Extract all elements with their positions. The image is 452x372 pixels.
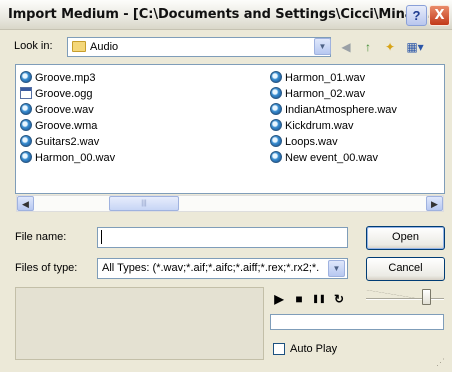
- audio-file-icon: [270, 103, 282, 115]
- auto-play-label[interactable]: Auto Play: [290, 343, 337, 355]
- look-in-label: Look in:: [14, 40, 53, 52]
- views-menu-icon[interactable]: ▦▾: [403, 38, 427, 56]
- help-button[interactable]: ?: [406, 5, 427, 26]
- cancel-button[interactable]: Cancel: [366, 257, 445, 281]
- file-item[interactable]: Groove.mp3: [20, 70, 96, 86]
- chevron-down-icon[interactable]: ▼: [328, 260, 345, 277]
- audio-file-icon: [270, 87, 282, 99]
- text-caret: [101, 230, 102, 244]
- file-item[interactable]: New event_00.wav: [270, 150, 378, 166]
- stop-icon[interactable]: ■: [292, 292, 306, 306]
- file-item[interactable]: Guitars2.wav: [20, 134, 99, 150]
- file-item[interactable]: Harmon_01.wav: [270, 70, 365, 86]
- audio-file-icon: [20, 103, 32, 115]
- play-icon[interactable]: ▶: [272, 292, 286, 306]
- scroll-right-icon[interactable]: ▶: [426, 196, 443, 211]
- file-name-label: File name:: [15, 231, 67, 243]
- volume-slider-thumb[interactable]: [422, 289, 431, 305]
- file-item[interactable]: Kickdrum.wav: [270, 118, 353, 134]
- audio-file-icon: [270, 119, 282, 131]
- audio-file-icon: [20, 135, 32, 147]
- file-item[interactable]: Harmon_02.wav: [270, 86, 365, 102]
- loop-icon[interactable]: ↻: [332, 292, 346, 306]
- file-name-input[interactable]: [97, 227, 348, 248]
- files-of-type-label: Files of type:: [15, 262, 78, 274]
- file-item[interactable]: Groove.ogg: [20, 86, 92, 102]
- file-item[interactable]: Groove.wav: [20, 102, 94, 118]
- look-in-value: Audio: [90, 41, 119, 53]
- scroll-left-icon[interactable]: ◀: [17, 196, 34, 211]
- audio-file-icon: [270, 135, 282, 147]
- folder-icon: [72, 41, 86, 52]
- chevron-down-icon[interactable]: ▼: [314, 38, 331, 55]
- horizontal-scrollbar[interactable]: ◀ ||| ▶: [16, 195, 444, 212]
- file-item[interactable]: Groove.wma: [20, 118, 97, 134]
- file-item[interactable]: Loops.wav: [270, 134, 338, 150]
- look-in-dropdown[interactable]: Audio ▼: [67, 37, 331, 57]
- audio-file-icon: [20, 71, 32, 83]
- file-type-dropdown[interactable]: All Types: (*.wav;*.aif;*.aifc;*.aiff;*.…: [97, 258, 348, 279]
- auto-play-checkbox[interactable]: [273, 343, 285, 355]
- up-folder-icon[interactable]: ↑: [359, 38, 377, 56]
- volume-slider[interactable]: [366, 298, 444, 300]
- back-icon[interactable]: ◀: [337, 38, 355, 56]
- new-folder-icon[interactable]: ✦: [381, 38, 399, 56]
- ogg-file-icon: [20, 87, 32, 99]
- scroll-thumb[interactable]: |||: [109, 196, 179, 211]
- audio-file-icon: [20, 151, 32, 163]
- audio-file-icon: [20, 119, 32, 131]
- playback-progress-bar: [270, 314, 444, 330]
- close-button[interactable]: X: [429, 5, 450, 26]
- resize-grip-icon[interactable]: ⋰: [436, 357, 450, 371]
- audio-file-icon: [270, 151, 282, 163]
- file-item[interactable]: IndianAtmosphere.wav: [270, 102, 397, 118]
- window-title: Import Medium - [C:\Documents and Settin…: [8, 7, 433, 22]
- file-type-value: All Types: (*.wav;*.aif;*.aifc;*.aiff;*.…: [102, 262, 320, 274]
- preview-panel: [15, 287, 264, 360]
- audio-file-icon: [270, 71, 282, 83]
- file-item[interactable]: Harmon_00.wav: [20, 150, 115, 166]
- pause-icon[interactable]: ❚❚: [312, 292, 326, 306]
- file-list[interactable]: Groove.mp3 Groove.ogg Groove.wav Groove.…: [15, 64, 445, 194]
- open-button[interactable]: Open: [366, 226, 445, 250]
